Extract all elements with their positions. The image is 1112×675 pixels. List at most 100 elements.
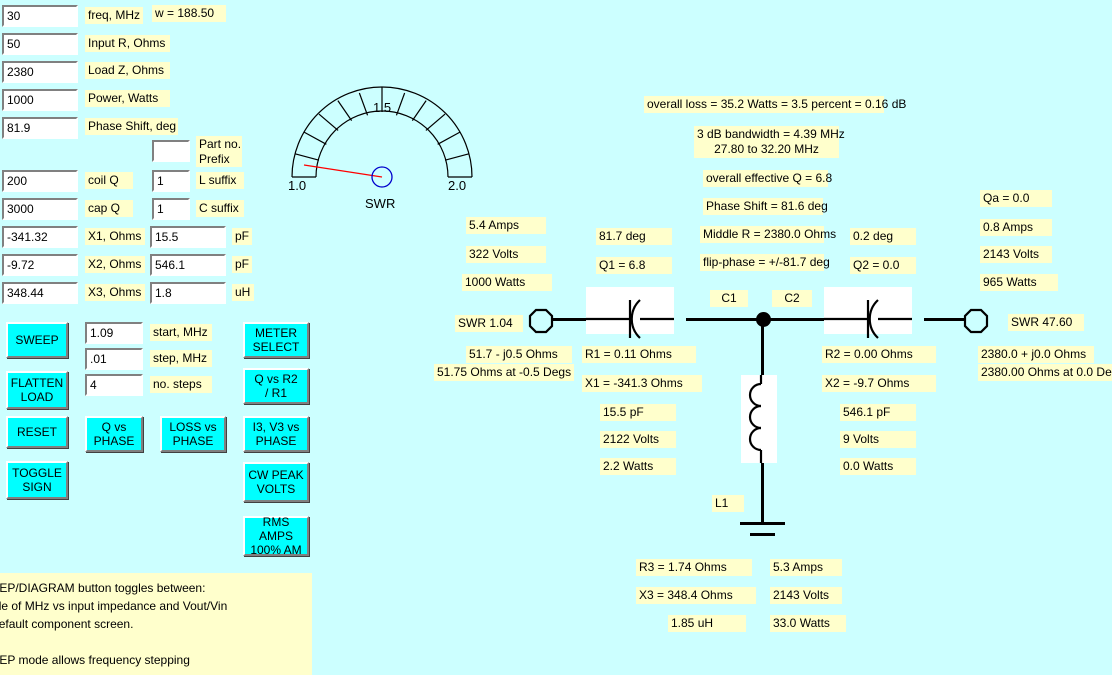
c2-value-input[interactable]: 546.1 — [150, 254, 226, 276]
c1-ref-label: C1 — [710, 290, 748, 307]
c1-unit-label: pF — [232, 228, 252, 245]
i3-v3-vs-phase-button[interactable]: I3, V3 vs PHASE — [243, 416, 309, 452]
bandwidth-readout: 3 dB bandwidth = 4.39 MHz 27.80 to 32.20… — [694, 126, 845, 158]
middle-r-readout: Middle R = 2380.0 Ohms — [700, 226, 836, 243]
omega-readout: w = 188.50 — [152, 5, 226, 22]
l1-r-readout: R3 = 1.74 Ohms — [636, 559, 752, 576]
freq-label: freq, MHz — [85, 7, 143, 24]
q-vs-phase-button[interactable]: Q vs PHASE — [85, 416, 143, 452]
flatten-load-button[interactable]: FLATTEN LOAD — [6, 371, 68, 409]
effective-q-readout: overall effective Q = 6.8 — [703, 170, 832, 187]
step-mhz-input[interactable]: .01 — [85, 348, 143, 370]
wire-node-to-l1 — [761, 320, 764, 375]
c2-symbol — [824, 287, 912, 339]
load-impedance-readout: 2380.0 + j0.0 Ohms — [978, 346, 1094, 363]
c1-value-readout: 15.5 pF — [600, 404, 676, 421]
swr-meter: 1.0 1.5 2.0 SWR — [282, 75, 482, 211]
load-z-label: Load Z, Ohms — [85, 62, 170, 79]
loss-vs-phase-button[interactable]: LOSS vs PHASE — [160, 416, 226, 452]
power-label: Power, Watts — [85, 90, 170, 107]
l1-volts-readout: 2143 Volts — [770, 587, 842, 604]
meter-select-button[interactable]: METER SELECT — [243, 322, 309, 358]
load-z-input[interactable]: 2380 — [2, 61, 78, 83]
wire-c2-to-load — [924, 318, 964, 321]
l1-value-input[interactable]: 1.8 — [150, 282, 226, 304]
q2-readout: Q2 = 0.0 — [850, 257, 916, 274]
load-amps-readout: 0.8 Amps — [980, 219, 1052, 236]
wire-node-to-c2 — [764, 318, 826, 321]
start-mhz-label: start, MHz — [150, 324, 212, 341]
rms-amps-button[interactable]: RMS AMPS 100% AM — [243, 515, 309, 557]
start-mhz-input[interactable]: 1.09 — [85, 322, 143, 344]
ground-bar-narrow — [750, 533, 775, 536]
source-swr-readout: SWR 1.04 — [455, 315, 523, 332]
x1-ohms-label: X1, Ohms — [85, 228, 145, 245]
reset-button[interactable]: RESET — [6, 416, 68, 448]
l-suffix-input[interactable]: 1 — [152, 170, 190, 192]
c1-r-readout: R1 = 0.11 Ohms — [582, 346, 696, 363]
l1-watts-readout: 33.0 Watts — [770, 615, 846, 632]
wire-l1-to-ground — [761, 463, 764, 523]
flip-phase-readout: flip-phase = +/-81.7 deg — [700, 254, 830, 271]
x2-ohms-input[interactable]: -9.72 — [2, 254, 78, 276]
cap-q-label: cap Q — [85, 200, 133, 217]
c2-watts-readout: 0.0 Watts — [840, 458, 916, 475]
c-suffix-label: C suffix — [196, 200, 244, 217]
c2-r-readout: R2 = 0.00 Ohms — [822, 346, 936, 363]
c2-value-readout: 546.1 pF — [840, 404, 916, 421]
phase-shift-readout: Phase Shift = 81.6 deg — [703, 198, 828, 215]
sweep-button[interactable]: SWEEP — [6, 322, 68, 358]
input-r-label: Input R, Ohms — [85, 35, 170, 52]
wire-source-to-c1 — [553, 318, 588, 321]
l1-value-readout: 1.85 uH — [668, 615, 746, 632]
c2-ref-label: C2 — [772, 290, 812, 307]
power-input[interactable]: 1000 — [2, 89, 78, 111]
source-polar-readout: 51.75 Ohms at -0.5 Degs — [434, 364, 574, 381]
load-volts-readout: 2143 Volts — [980, 246, 1052, 263]
source-amps-readout: 5.4 Amps — [466, 217, 546, 234]
c1-value-input[interactable]: 15.5 — [150, 226, 226, 248]
x3-ohms-input[interactable]: 348.44 — [2, 282, 78, 304]
no-steps-input[interactable]: 4 — [85, 374, 143, 396]
l1-unit-label: uH — [232, 284, 254, 301]
c1-x-readout: X1 = -341.3 Ohms — [582, 375, 702, 392]
source-volts-readout: 322 Volts — [466, 246, 546, 263]
freq-input[interactable]: 30 — [2, 5, 78, 27]
c2-x-readout: X2 = -9.7 Ohms — [822, 375, 936, 392]
wire-c1-to-node — [686, 318, 764, 321]
load-swr-readout: SWR 47.60 — [1008, 314, 1084, 331]
c2-unit-label: pF — [232, 256, 252, 273]
toggle-sign-button[interactable]: TOGGLE SIGN — [6, 461, 68, 499]
ground-bar-wide — [740, 522, 785, 525]
qa-readout: Qa = 0.0 — [980, 190, 1052, 207]
load-polar-readout: 2380.00 Ohms at 0.0 Degs — [978, 364, 1112, 381]
load-watts-readout: 965 Watts — [980, 274, 1058, 291]
q-vs-r2-r1-button[interactable]: Q vs R2 / R1 — [243, 368, 309, 404]
load-deg-readout: 0.2 deg — [850, 228, 916, 245]
overall-loss-readout: overall loss = 35.2 Watts = 3.5 percent … — [644, 96, 906, 113]
step-mhz-label: step, MHz — [150, 350, 212, 367]
source-deg-readout: 81.7 deg — [596, 228, 672, 245]
c1-volts-readout: 2122 Volts — [600, 431, 676, 448]
c-suffix-input[interactable]: 1 — [152, 198, 190, 220]
meter-tick-mid: 1.5 — [373, 100, 392, 115]
x2-ohms-label: X2, Ohms — [85, 256, 145, 273]
coil-q-label: coil Q — [85, 172, 133, 189]
source-port-icon — [527, 307, 555, 335]
q1-readout: Q1 = 6.8 — [596, 257, 672, 274]
c1-symbol — [586, 287, 674, 339]
l1-symbol — [741, 375, 777, 463]
l1-x-readout: X3 = 348.4 Ohms — [636, 587, 756, 604]
meter-tick-low: 1.0 — [288, 178, 307, 193]
meter-caption: SWR — [365, 196, 396, 211]
coil-q-input[interactable]: 200 — [2, 170, 78, 192]
cw-peak-volts-button[interactable]: CW PEAK VOLTS — [243, 462, 309, 502]
input-r-input[interactable]: 50 — [2, 33, 78, 55]
l1-amps-readout: 5.3 Amps — [770, 559, 842, 576]
l-suffix-label: L suffix — [196, 172, 244, 189]
cap-q-input[interactable]: 3000 — [2, 198, 78, 220]
part-prefix-input[interactable] — [152, 140, 190, 162]
x1-ohms-input[interactable]: -341.32 — [2, 226, 78, 248]
phase-shift-input[interactable]: 81.9 — [2, 117, 78, 139]
no-steps-label: no. steps — [150, 376, 212, 393]
